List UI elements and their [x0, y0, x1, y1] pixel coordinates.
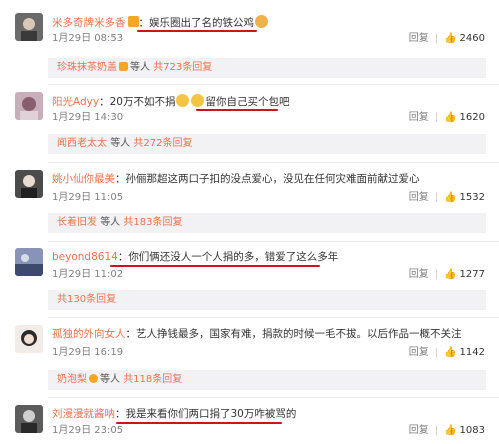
reply-button[interactable]: 回复	[409, 347, 429, 358]
thumbs-up-icon[interactable]: 👍	[444, 192, 456, 203]
comment-actions: 回复 | 👍 1532	[408, 192, 485, 203]
comment-date: 1月29日 16:19	[52, 347, 124, 358]
comment-text: 我是来看你们两口捐了30万咋被骂的	[125, 408, 297, 420]
reply-button[interactable]: 回复	[409, 425, 429, 436]
thumbs-up-icon[interactable]: 👍	[444, 112, 456, 123]
comment-date: 1月29日 11:02	[52, 269, 124, 280]
reply-count-link[interactable]: 共183条回复	[123, 217, 182, 228]
username[interactable]: 米多奇牌米多香	[52, 17, 126, 29]
like-count: 1083	[459, 425, 485, 436]
comment-actions: 回复 | 👍 1277	[408, 269, 485, 280]
comment-header: beyond8614：你们俩还没人一个人捐的多，错爱了这么多年	[52, 251, 339, 263]
thumbs-up-icon[interactable]: 👍	[444, 33, 456, 44]
comment-actions: 回复 | 👍 1142	[408, 347, 485, 358]
vip-badge-icon	[127, 16, 139, 27]
like-count: 1142	[459, 347, 485, 358]
comment-text: 你们俩还没人一个人捐的多，错爱了这么多年	[128, 251, 339, 263]
reply-button[interactable]: 回复	[409, 192, 429, 203]
like-count: 2460	[459, 33, 485, 44]
reply-middle: 等人	[100, 374, 120, 385]
username[interactable]: 孤独的外向女人	[52, 328, 126, 340]
reply-count-link[interactable]: 共130条回复	[57, 294, 116, 305]
reply-button[interactable]: 回复	[409, 33, 429, 44]
comment-header: 孤独的外向女人：艺人挣钱最多，国家有难，捐款的时候一毛不拔。以后作品一概不关注	[52, 328, 462, 340]
comment-text: 艺人挣钱最多，国家有难，捐款的时候一毛不拔。以后作品一概不关注	[136, 328, 462, 340]
avatar[interactable]	[15, 248, 43, 276]
comment-actions: 回复 | 👍 2460	[408, 33, 485, 44]
reply-count-link[interactable]: 共723条回复	[153, 62, 212, 73]
highlight-underline	[137, 30, 257, 32]
vip-badge-icon	[119, 62, 128, 71]
comment-actions: 回复 | 👍 1620	[408, 112, 485, 123]
highlight-underline	[196, 109, 278, 111]
comment-header: 米多奇牌米多香 ：娱乐圈出了名的铁公鸡	[52, 15, 269, 30]
username[interactable]: 姚小仙你最美	[52, 173, 115, 185]
reply-user[interactable]: 闻西老太太	[57, 138, 107, 149]
reply-count-link[interactable]: 共118条回复	[123, 374, 182, 385]
username[interactable]: beyond8614	[52, 251, 118, 263]
reply-button[interactable]: 回复	[409, 269, 429, 280]
emoji-icon	[255, 15, 268, 28]
comment-text: 20万不如不捐	[109, 96, 176, 108]
reply-user[interactable]: 珍珠抹茶奶盖	[57, 62, 117, 73]
comment-text: 孙俪那超这两口子扣的没点爱心，没见在任何灾难面前献过爱心	[125, 173, 420, 185]
comment-header: 姚小仙你最美：孙俪那超这两口子扣的没点爱心，没见在任何灾难面前献过爱心	[52, 173, 420, 185]
avatar[interactable]	[15, 170, 43, 198]
reply-summary[interactable]: 闻西老太太 等人 共272条回复	[48, 134, 486, 154]
reply-button[interactable]: 回复	[409, 112, 429, 123]
avatar[interactable]	[15, 13, 43, 41]
divider	[48, 317, 499, 318]
reply-summary[interactable]: 珍珠抹茶奶盖 等人 共723条回复	[48, 58, 486, 78]
reply-summary[interactable]: 长着旧发 等人 共183条回复	[48, 213, 486, 233]
comment-actions: 回复 | 👍 1083	[408, 425, 485, 436]
comment-date: 1月29日 08:53	[52, 33, 124, 44]
avatar[interactable]	[15, 92, 43, 120]
divider	[48, 241, 499, 242]
reply-user[interactable]: 长着旧发	[57, 217, 97, 228]
comment-text: 娱乐圈出了名的铁公鸡	[149, 17, 254, 29]
reply-middle: 等人	[110, 138, 131, 149]
emoji-icon	[176, 94, 190, 107]
thumbs-up-icon[interactable]: 👍	[444, 425, 456, 436]
highlight-underline	[116, 422, 282, 424]
avatar[interactable]	[15, 325, 43, 353]
reply-middle: 等人	[100, 217, 121, 228]
comment-header: 阳光Adyy：20万不如不捐 留你自己买个包吧	[52, 94, 290, 108]
reply-summary[interactable]: 奶泡梨 等人 共118条回复	[48, 370, 486, 390]
emoji-icon	[191, 94, 205, 107]
comment-date: 1月29日 23:05	[52, 425, 124, 436]
comment-date: 1月29日 14:30	[52, 112, 124, 123]
reply-count-link[interactable]: 共272条回复	[133, 138, 192, 149]
divider	[48, 84, 499, 85]
reply-middle: 等人	[130, 62, 150, 73]
comment-header: 刘漫漫就酱呐：我是来看你们两口捐了30万咋被骂的	[52, 408, 297, 420]
like-count: 1620	[459, 112, 485, 123]
like-count: 1532	[459, 192, 485, 203]
comment-text-2: 留你自己买个包吧	[205, 96, 290, 108]
thumbs-up-icon[interactable]: 👍	[444, 269, 456, 280]
like-count: 1277	[459, 269, 485, 280]
emoji-icon	[89, 374, 98, 383]
divider	[48, 397, 499, 398]
username[interactable]: 刘漫漫就酱呐	[52, 408, 115, 420]
reply-user[interactable]: 奶泡梨	[57, 374, 87, 385]
comment-date: 1月29日 11:05	[52, 192, 124, 203]
username[interactable]: 阳光Adyy	[52, 96, 99, 108]
highlight-underline	[110, 265, 320, 267]
divider	[48, 162, 499, 163]
avatar[interactable]	[15, 405, 43, 433]
thumbs-up-icon[interactable]: 👍	[444, 347, 456, 358]
reply-summary[interactable]: 共130条回复	[48, 290, 486, 310]
